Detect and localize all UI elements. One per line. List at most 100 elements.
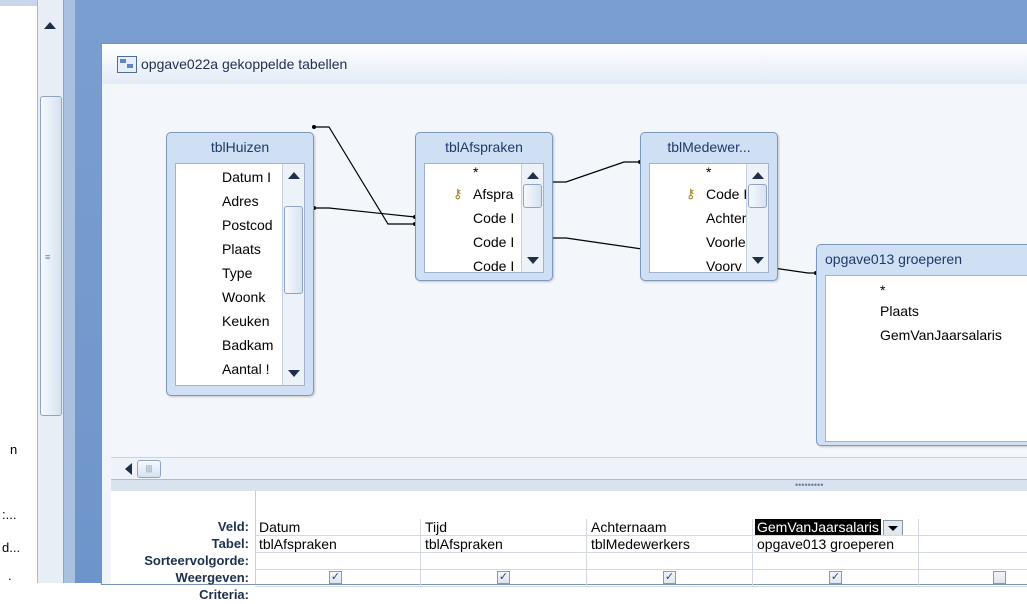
field-item[interactable]: Aantal ! <box>222 361 282 385</box>
field-list: Datum I Adres Postcod Plaats Type Woonk … <box>175 163 305 386</box>
field-item[interactable]: GemVanJaarsalaris <box>880 327 1027 351</box>
grid-cell-weergeven: ✓ <box>421 570 587 587</box>
row-label-veld: Veld: <box>217 519 249 534</box>
field-item[interactable]: Postcod <box>222 217 282 241</box>
scroll-up-arrow-icon[interactable] <box>44 22 56 29</box>
field-item[interactable]: Badkam <box>222 337 282 361</box>
scrollbar-thumb[interactable] <box>523 184 542 208</box>
scrollbar-thumb[interactable] <box>748 184 767 208</box>
grid-cell-veld-selected[interactable]: GemVanJaarsalaris <box>753 519 919 536</box>
table-design-area: tblHuizen Datum I Adres Postcod Plaats T… <box>111 84 1027 456</box>
field-item[interactable]: Code I <box>473 234 523 258</box>
nav-item-stub[interactable]: . <box>8 568 12 583</box>
window-titlebar[interactable]: opgave022a gekoppelde tabellen <box>102 44 1027 84</box>
table-opgave013-groeperen[interactable]: opgave013 groeperen * Plaats GemVanJaars… <box>816 244 1027 446</box>
dropdown-arrow-icon[interactable] <box>882 520 903 535</box>
field-item[interactable]: Type <box>222 265 282 289</box>
field-item[interactable]: Plaats <box>880 303 1020 327</box>
field-list: * ⚷ Code I Achter Voorle Voorv <box>649 163 769 273</box>
grid-cell-tabel[interactable] <box>919 536 1027 553</box>
grid-cell-veld[interactable]: Achternaam <box>587 519 753 536</box>
scrollbar-thumb[interactable]: ||| <box>137 460 161 478</box>
grid-row-labels: Veld: Tabel: Sorteervolgorde: Weergeven:… <box>111 491 256 602</box>
field-item[interactable]: Code I <box>473 258 523 272</box>
show-checkbox[interactable]: ✓ <box>829 571 842 584</box>
grid-cell-sort[interactable] <box>919 553 1027 570</box>
table-name: tblMedewer... <box>667 139 751 155</box>
design-area-hscrollbar[interactable]: ||| <box>111 457 1027 480</box>
scrollbar-thumb[interactable] <box>40 96 62 416</box>
field-item[interactable]: * <box>473 164 523 184</box>
show-checkbox[interactable] <box>993 571 1006 584</box>
nav-item-stub[interactable]: n <box>10 442 17 457</box>
navigation-pane: n :... d... . <box>0 0 37 583</box>
table-tblhuizen[interactable]: tblHuizen Datum I Adres Postcod Plaats T… <box>166 132 314 396</box>
join-line <box>314 126 415 225</box>
scrollbar-thumb[interactable] <box>284 206 303 294</box>
grid-cell-veld[interactable]: Datum <box>255 519 421 536</box>
field-item[interactable]: Code I <box>706 186 746 210</box>
field-list-scrollbar[interactable] <box>521 164 543 272</box>
scroll-down-arrow-icon[interactable] <box>288 370 300 377</box>
selected-field-text[interactable]: GemVanJaarsalaris <box>755 519 881 535</box>
query-icon <box>117 56 137 73</box>
grid-cell-weergeven: ✓ <box>255 570 421 587</box>
scroll-left-arrow-icon[interactable] <box>125 463 132 475</box>
primary-key-icon: ⚷ <box>686 186 696 201</box>
join-line <box>314 207 416 218</box>
nav-top-edge <box>0 0 37 6</box>
row-label-tabel: Tabel: <box>211 536 249 551</box>
grid-cell-tabel[interactable]: tblMedewerkers <box>587 536 753 553</box>
field-item[interactable]: Code I <box>473 210 523 234</box>
show-checkbox[interactable]: ✓ <box>497 571 510 584</box>
nav-item-stub[interactable]: :... <box>2 507 16 522</box>
field-list-scrollbar[interactable] <box>746 164 768 272</box>
field-item[interactable]: Woonk <box>222 289 282 313</box>
table-tblafspraken[interactable]: tblAfspraken * ⚷ Afspra Code I Code I Co… <box>415 132 553 281</box>
scroll-up-arrow-icon[interactable] <box>527 172 539 179</box>
grid-cell-veld[interactable]: Tijd <box>421 519 587 536</box>
grid-cell-sort[interactable] <box>753 553 919 570</box>
show-checkbox[interactable]: ✓ <box>329 571 342 584</box>
scroll-up-arrow-icon[interactable] <box>752 172 764 179</box>
field-item[interactable]: Afspra <box>473 186 523 210</box>
nav-item-stub[interactable]: d... <box>2 540 20 555</box>
grid-cell-sort[interactable] <box>255 553 421 570</box>
field-item[interactable]: Voorle <box>706 234 746 258</box>
scroll-up-arrow-icon[interactable] <box>288 172 300 179</box>
grid-cell-tabel[interactable]: opgave013 groeperen <box>753 536 919 553</box>
show-checkbox[interactable]: ✓ <box>663 571 676 584</box>
row-label-sorteervolgorde: Sorteervolgorde: <box>144 553 249 568</box>
primary-key-icon: ⚷ <box>453 186 463 201</box>
field-list: * ⚷ Afspra Code I Code I Code I <box>424 163 544 273</box>
scroll-down-arrow-icon[interactable] <box>527 257 539 264</box>
grid-cell-veld[interactable] <box>919 519 1027 536</box>
field-list: * Plaats GemVanJaarsalaris <box>825 275 1027 442</box>
field-list-scrollbar[interactable] <box>282 164 304 385</box>
scroll-down-arrow-icon[interactable] <box>752 257 764 264</box>
grid-cell-weergeven: ✓ <box>587 570 753 587</box>
table-name: tblAfspraken <box>445 139 523 155</box>
table-tblmedewerkers[interactable]: tblMedewer... * ⚷ Code I Achter Voorle V… <box>640 132 778 281</box>
field-item[interactable]: * <box>706 164 746 184</box>
field-item[interactable]: Keuken <box>222 313 282 337</box>
grid-cell-weergeven <box>919 570 1027 587</box>
field-item[interactable]: Adres <box>222 193 282 217</box>
row-label-weergeven: Weergeven: <box>175 570 249 585</box>
table-name: opgave013 groeperen <box>825 251 963 267</box>
field-item[interactable]: Achter <box>706 210 746 234</box>
grid-cell-weergeven: ✓ <box>753 570 919 587</box>
grid-cell-tabel[interactable]: tblAfspraken <box>255 536 421 553</box>
field-item[interactable]: * <box>880 282 1020 302</box>
field-item[interactable]: Datum I <box>222 169 282 193</box>
grid-cell-sort[interactable] <box>421 553 587 570</box>
nav-pane-scrollbar[interactable]: ≡ <box>37 0 64 583</box>
field-item[interactable]: Plaats <box>222 241 282 265</box>
grid-cell-sort[interactable] <box>587 553 753 570</box>
join-endpoint <box>312 125 316 129</box>
query-design-window: opgave022a gekoppelde tabellen tblHuizen… <box>101 43 1027 602</box>
query-design-grid: Veld: Tabel: Sorteervolgorde: Weergeven:… <box>111 491 1027 602</box>
field-item[interactable]: Voorv <box>706 258 746 272</box>
grip-icon: ••••••••• <box>795 480 824 490</box>
grid-cell-tabel[interactable]: tblAfspraken <box>421 536 587 553</box>
